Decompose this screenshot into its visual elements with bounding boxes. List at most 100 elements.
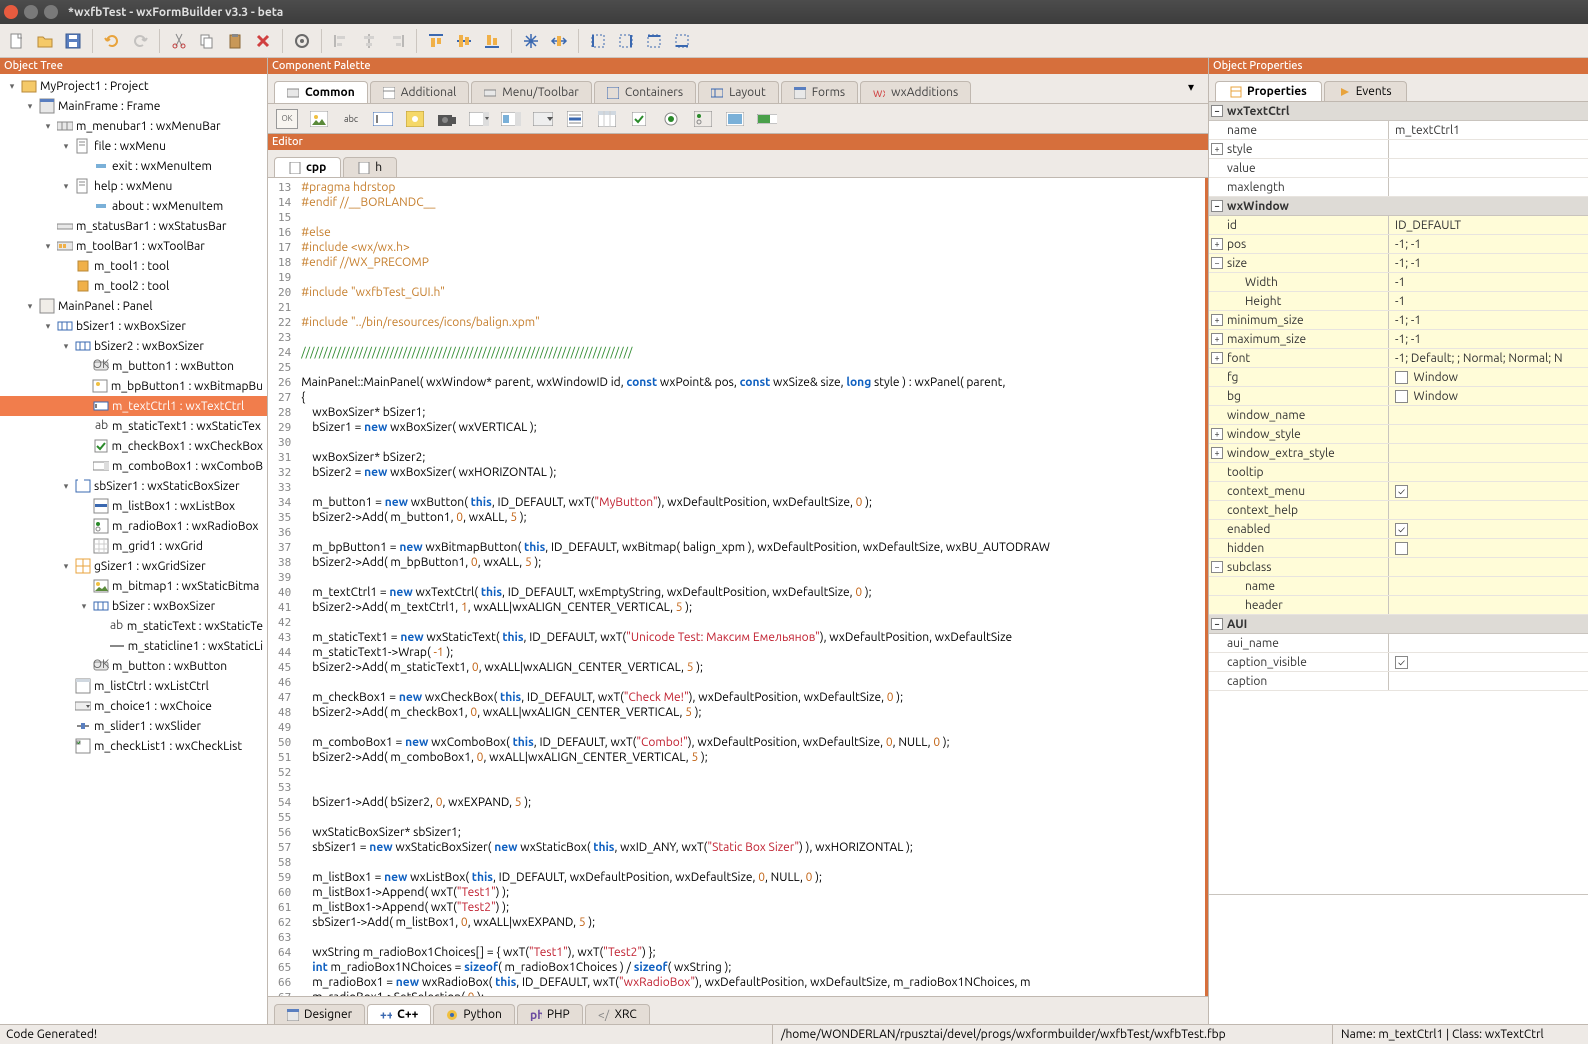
expander-icon[interactable]: ▾: [24, 301, 36, 312]
prop-captionvisible-checkbox[interactable]: ✓: [1395, 656, 1408, 669]
prop-caption-value[interactable]: [1389, 672, 1588, 690]
palette-tab-layout[interactable]: Layout: [698, 81, 779, 103]
prop-tooltip-value[interactable]: [1389, 463, 1588, 481]
tree-node[interactable]: ▾MyProject1 : Project: [0, 76, 267, 96]
tree-node[interactable]: OKm_button : wxButton: [0, 656, 267, 676]
tree-node[interactable]: m_bitmap1 : wxStaticBitma: [0, 576, 267, 596]
object-tree[interactable]: ▾MyProject1 : Project▾MainFrame : Frame▾…: [0, 74, 267, 1024]
prop-contexthelp-value[interactable]: [1389, 501, 1588, 519]
expander-icon[interactable]: ▾: [24, 101, 36, 112]
tree-node[interactable]: ▾help : wxMenu: [0, 176, 267, 196]
align-left-button[interactable]: [328, 28, 354, 54]
palette-tab-forms[interactable]: Forms: [781, 81, 858, 103]
copy-button[interactable]: [194, 28, 220, 54]
tree-node[interactable]: ▾file : wxMenu: [0, 136, 267, 156]
window-minimize-button[interactable]: [24, 5, 38, 19]
tree-node[interactable]: m_statusBar1 : wxStatusBar: [0, 216, 267, 236]
prop-size-value[interactable]: -1; -1: [1389, 254, 1588, 272]
generate-code-button[interactable]: [289, 28, 315, 54]
border-top-button[interactable]: [641, 28, 667, 54]
palette-animctrl-item[interactable]: [404, 109, 426, 129]
prop-category-wxtextctrl[interactable]: −wxTextCtrl: [1209, 102, 1588, 121]
tree-node[interactable]: m_radioBox1 : wxRadioBox: [0, 516, 267, 536]
palette-camera-item[interactable]: [436, 109, 458, 129]
tree-node[interactable]: ▾m_menubar1 : wxMenuBar: [0, 116, 267, 136]
prop-enabled-checkbox[interactable]: ✓: [1395, 523, 1408, 536]
prop-bg-value[interactable]: Window: [1389, 387, 1588, 405]
prop-pos-value[interactable]: -1; -1: [1389, 235, 1588, 253]
tree-node[interactable]: ▾MainFrame : Frame: [0, 96, 267, 116]
tree-node[interactable]: m_choice1 : wxChoice: [0, 696, 267, 716]
prop-contextmenu-checkbox[interactable]: ✓: [1395, 485, 1408, 498]
align-center-h-button[interactable]: [356, 28, 382, 54]
tree-node[interactable]: m_listBox1 : wxListBox: [0, 496, 267, 516]
prop-style-value[interactable]: [1389, 140, 1588, 158]
expander-icon[interactable]: ▾: [42, 241, 54, 252]
prop-value-value[interactable]: [1389, 159, 1588, 177]
tree-node[interactable]: m_grid1 : wxGrid: [0, 536, 267, 556]
tree-node[interactable]: m_staticline1 : wxStaticLi: [0, 636, 267, 656]
prop-hidden-checkbox[interactable]: [1395, 542, 1408, 555]
property-grid[interactable]: −wxTextCtrl namem_textCtrl1 +style value…: [1209, 102, 1588, 894]
view-tab-php[interactable]: phpPHP: [517, 1004, 583, 1024]
prop-subclass-value[interactable]: [1389, 558, 1588, 576]
align-center-v-button[interactable]: [451, 28, 477, 54]
expander-icon[interactable]: ▾: [60, 181, 72, 192]
prop-tab-properties[interactable]: Properties: [1215, 81, 1322, 101]
tree-node[interactable]: exit : wxMenuItem: [0, 156, 267, 176]
tree-node[interactable]: ▾bSizer1 : wxBoxSizer: [0, 316, 267, 336]
palette-textctrl-item[interactable]: [372, 109, 394, 129]
prop-maxsize-value[interactable]: -1; -1: [1389, 330, 1588, 348]
prop-minsize-value[interactable]: -1; -1: [1389, 311, 1588, 329]
tree-node[interactable]: m_comboBox1 : wxComboB: [0, 456, 267, 476]
tree-node[interactable]: ▾gSizer1 : wxGridSizer: [0, 556, 267, 576]
expander-icon[interactable]: ▾: [60, 561, 72, 572]
expander-icon[interactable]: ▾: [60, 481, 72, 492]
prop-auiname-value[interactable]: [1389, 634, 1588, 652]
tree-node[interactable]: abcm_staticText : wxStaticTe: [0, 616, 267, 636]
prop-category-aui[interactable]: −AUI: [1209, 615, 1588, 634]
palette-listbox-item[interactable]: [564, 109, 586, 129]
palette-statictext-item[interactable]: abc: [340, 109, 362, 129]
prop-sub-name-value[interactable]: [1389, 577, 1588, 595]
prop-category-wxwindow[interactable]: −wxWindow: [1209, 197, 1588, 216]
palette-radiobtn-item[interactable]: [660, 109, 682, 129]
tree-node[interactable]: m_tool1 : tool: [0, 256, 267, 276]
code-editor[interactable]: 1314151617181920212223242526272829303132…: [268, 178, 1208, 996]
tree-node[interactable]: OKm_button1 : wxButton: [0, 356, 267, 376]
tree-node[interactable]: m_bpButton1 : wxBitmapBu: [0, 376, 267, 396]
redo-button[interactable]: [127, 28, 153, 54]
prop-windowname-value[interactable]: [1389, 406, 1588, 424]
view-tab-xrc[interactable]: </>XRC: [585, 1004, 650, 1024]
window-close-button[interactable]: [4, 5, 18, 19]
expander-icon[interactable]: ▾: [60, 141, 72, 152]
prop-width-value[interactable]: -1: [1389, 273, 1588, 291]
tree-node[interactable]: m_checkList1 : wxCheckList: [0, 736, 267, 756]
tree-node[interactable]: m_checkBox1 : wxCheckBox: [0, 436, 267, 456]
palette-tab-wxadditions[interactable]: wxwxAdditions: [860, 81, 971, 103]
palette-staticbitmap-item[interactable]: [724, 109, 746, 129]
palette-tab-additional[interactable]: Additional: [370, 81, 470, 103]
align-bottom-button[interactable]: [479, 28, 505, 54]
palette-bitmapbutton-item[interactable]: [308, 109, 330, 129]
view-tab-python[interactable]: Python: [433, 1004, 515, 1024]
editor-tab-cpp[interactable]: cpp: [274, 157, 341, 177]
prop-fg-checkbox[interactable]: [1395, 371, 1408, 384]
prop-windowstyle-value[interactable]: [1389, 425, 1588, 443]
window-maximize-button[interactable]: [44, 5, 58, 19]
border-bottom-button[interactable]: [669, 28, 695, 54]
palette-tab-menu-toolbar[interactable]: Menu/Toolbar: [471, 81, 592, 103]
tree-node[interactable]: m_tool2 : tool: [0, 276, 267, 296]
align-top-button[interactable]: [423, 28, 449, 54]
prop-tab-events[interactable]: Events: [1324, 81, 1407, 101]
align-right-button[interactable]: [384, 28, 410, 54]
expand-button[interactable]: [518, 28, 544, 54]
new-project-button[interactable]: [4, 28, 30, 54]
prop-bg-checkbox[interactable]: [1395, 390, 1408, 403]
undo-button[interactable]: [99, 28, 125, 54]
editor-tab-h[interactable]: h: [343, 157, 397, 177]
tree-node[interactable]: about : wxMenuItem: [0, 196, 267, 216]
tree-node[interactable]: ▾bSizer : wxBoxSizer: [0, 596, 267, 616]
palette-listctrl-item[interactable]: [596, 109, 618, 129]
prop-maxlength-value[interactable]: [1389, 178, 1588, 196]
